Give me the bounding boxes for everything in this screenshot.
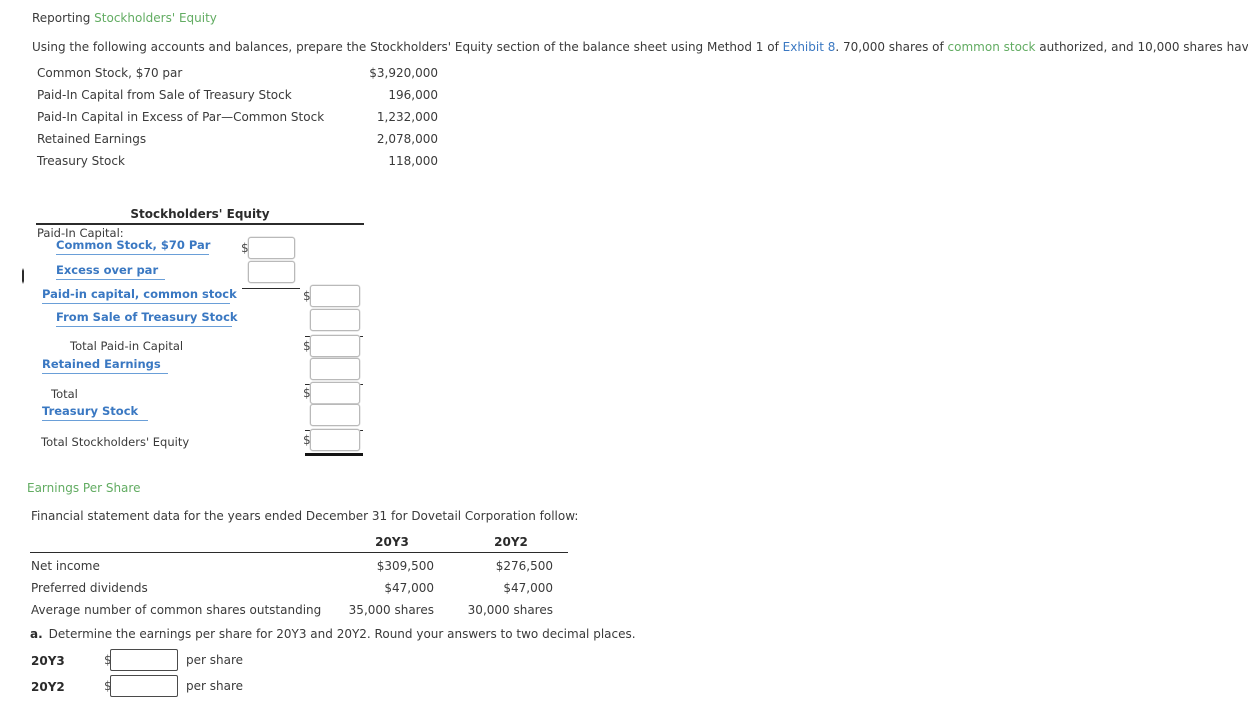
- eps-row-value: $309,500: [376, 559, 434, 573]
- worksheet-row-label: Total Stockholders' Equity: [41, 435, 190, 449]
- worksheet-row-label[interactable]: Excess over par: [56, 264, 165, 280]
- eps-column-header: 20Y3: [375, 535, 409, 549]
- account-name: Retained Earnings: [37, 132, 147, 146]
- part2-intro: Financial statement data for the years e…: [31, 509, 579, 523]
- worksheet-input-from-sale-treasury[interactable]: [310, 309, 360, 331]
- worksheet-row-label-text: Treasury Stock: [42, 404, 139, 418]
- label-underline: [56, 324, 232, 327]
- instruction-text-a: Using the following accounts and balance…: [32, 40, 783, 54]
- account-name: Paid-In Capital in Excess of Par—Common …: [37, 110, 325, 124]
- account-amount: $3,920,000: [369, 66, 438, 80]
- label-underline: [56, 252, 209, 255]
- question-marker: a.: [30, 627, 43, 641]
- eps-row-value: $47,000: [384, 581, 434, 595]
- answer-suffix: per share: [186, 679, 244, 693]
- text-caret: [22, 268, 24, 284]
- eps-column-header: 20Y2: [494, 535, 528, 549]
- worksheet-row-label-text: Paid-in capital, common stock: [42, 287, 237, 301]
- worksheet-row-label: Total Paid-in Capital: [70, 339, 184, 353]
- worksheet-row-label[interactable]: From Sale of Treasury Stock: [56, 311, 238, 327]
- worksheet-row-label: Total: [51, 387, 78, 401]
- part1-instruction: Using the following accounts and balance…: [32, 40, 1248, 54]
- worksheet-input-retained-earnings[interactable]: [310, 358, 360, 380]
- worksheet-row-label[interactable]: Retained Earnings: [42, 358, 168, 374]
- eps-table-rule: [30, 552, 568, 553]
- question-a: a. Determine the earnings per share for 2…: [30, 627, 636, 641]
- account-amount: 196,000: [388, 88, 438, 102]
- worksheet-subtotal-rule: [242, 288, 300, 289]
- reporting-heading-link[interactable]: Stockholders' Equity: [94, 11, 217, 25]
- worksheet-row-label-text: Excess over par: [56, 263, 159, 277]
- worksheet-row-label-text: Retained Earnings: [42, 357, 161, 371]
- answer-year-label: 20Y3: [31, 654, 65, 668]
- eps-row-value: 35,000 shares: [348, 603, 434, 617]
- account-name: Common Stock, $70 par: [37, 66, 183, 80]
- eps-row-label: Preferred dividends: [31, 581, 148, 595]
- worksheet-row-label[interactable]: Treasury Stock: [42, 405, 148, 421]
- label-underline: [56, 277, 165, 280]
- label-underline: [42, 371, 168, 374]
- account-amount: 118,000: [388, 154, 438, 168]
- answer-year-label: 20Y2: [31, 680, 65, 694]
- account-amount: 1,232,000: [376, 110, 438, 124]
- exhibit-8-link[interactable]: Exhibit 8: [783, 40, 836, 54]
- worksheet-input-paid-in-capital-common[interactable]: [310, 285, 360, 307]
- worksheet-row-label-text: From Sale of Treasury Stock: [56, 310, 238, 324]
- worksheet-input-total[interactable]: [310, 382, 360, 404]
- reporting-section-heading: Reporting Stockholders' Equity: [32, 11, 217, 25]
- answer-suffix: per share: [186, 653, 244, 667]
- worksheet-input-total-paid-in-capital[interactable]: [310, 335, 360, 357]
- eps-answer-input-20y3[interactable]: [110, 649, 178, 671]
- worksheet-row-label-text: Common Stock, $70 Par: [56, 238, 211, 252]
- common-stock-link[interactable]: common stock: [948, 40, 1036, 54]
- worksheet-input-treasury-stock[interactable]: [310, 404, 360, 426]
- account-name: Paid-In Capital from Sale of Treasury St…: [37, 88, 292, 102]
- label-underline: [42, 418, 148, 421]
- worksheet-input-common-stock-par[interactable]: [248, 237, 295, 259]
- worksheet-input-excess-over-par[interactable]: [248, 261, 295, 283]
- worksheet-row-label[interactable]: Paid-in capital, common stock: [42, 288, 237, 304]
- eps-answer-input-20y2[interactable]: [110, 675, 178, 697]
- eps-row-value: $276,500: [495, 559, 553, 573]
- account-amount: 2,078,000: [376, 132, 438, 146]
- eps-row-value: $47,000: [503, 581, 553, 595]
- earnings-per-share-heading[interactable]: Earnings Per Share: [27, 481, 140, 495]
- account-name: Treasury Stock: [37, 154, 125, 168]
- worksheet-header-rule: [36, 223, 364, 225]
- label-underline: [42, 301, 230, 304]
- worksheet-row-label[interactable]: Common Stock, $70 Par: [56, 238, 211, 255]
- worksheet-title: Stockholders' Equity: [130, 207, 270, 221]
- eps-row-label: Average number of common shares outstand…: [31, 603, 322, 617]
- instruction-text-b: . 70,000 shares of: [835, 40, 948, 54]
- reporting-heading-prefix: Reporting: [32, 11, 95, 25]
- question-text: Determine the earnings per share for 20Y…: [48, 627, 636, 641]
- instruction-text-c: authorized, and 10,000 shares have been …: [1039, 40, 1248, 54]
- worksheet-input-total-stockholders-equity[interactable]: [310, 429, 360, 451]
- eps-row-value: 30,000 shares: [467, 603, 553, 617]
- eps-row-label: Net income: [31, 559, 100, 573]
- worksheet-final-rule: [305, 453, 363, 456]
